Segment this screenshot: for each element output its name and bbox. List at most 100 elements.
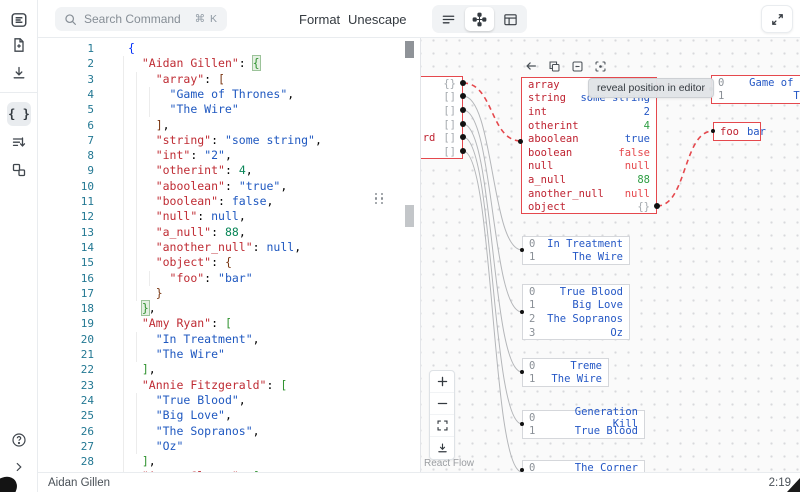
list-node-row[interactable]: 2 The Sopranos: [523, 312, 629, 326]
editor-line-8[interactable]: 8 "int": "2",: [38, 148, 420, 163]
editor-line-4[interactable]: 4 "Game of Thrones",: [38, 87, 420, 102]
editor-line-17[interactable]: 17 }: [38, 286, 420, 301]
thrones-array-node[interactable]: 0Game of Thrones1The Wire: [711, 75, 800, 104]
json-braces-icon[interactable]: { }: [7, 102, 31, 126]
help-icon[interactable]: [7, 428, 31, 452]
new-file-icon[interactable]: [7, 33, 31, 57]
status-bar: Aidan Gillen 2:19: [0, 472, 800, 492]
list-node-row[interactable]: 0 The Corner: [523, 461, 644, 472]
editor-line-19[interactable]: 19 "Amy Ryan": [: [38, 316, 420, 331]
editor-line-23[interactable]: 23 "Annie Fitzgerald": [: [38, 378, 420, 393]
editor-line-7[interactable]: 7 "string": "some string",: [38, 133, 420, 148]
root-node-row[interactable]: []: [421, 118, 462, 132]
editor-line-10[interactable]: 10 "aboolean": "true",: [38, 179, 420, 194]
array-node-row[interactable]: 0Game of Thrones: [712, 76, 800, 90]
foo-node-row[interactable]: foo bar: [714, 123, 766, 140]
json-text-editor[interactable]: 1{2 "Aidan Gillen": {3 "array": [4 "Game…: [38, 38, 420, 472]
editor-line-14[interactable]: 14 "another_null": null,: [38, 240, 420, 255]
sort-icon[interactable]: [7, 130, 31, 154]
editor-line-27[interactable]: 27 "Oz": [38, 439, 420, 454]
editor-line-6[interactable]: 6 ],: [38, 118, 420, 133]
focus-node-icon[interactable]: [592, 58, 608, 74]
zoom-in-icon[interactable]: [430, 371, 454, 393]
list-node-0[interactable]: 0 In Treatment 1 The Wire: [522, 236, 630, 266]
unescape-button[interactable]: Unescape: [348, 0, 407, 38]
node-row-otherint[interactable]: otherint 4: [522, 119, 656, 133]
root-node-row[interactable]: []: [421, 145, 462, 159]
node-row-aboolean[interactable]: aboolean true: [522, 132, 656, 146]
editor-line-28[interactable]: 28 ],: [38, 454, 420, 469]
node-row-boolean[interactable]: boolean false: [522, 146, 656, 160]
editor-line-1[interactable]: 1{: [38, 41, 420, 56]
editor-line-15[interactable]: 15 "object": {: [38, 255, 420, 270]
editor-line-16[interactable]: 16 "foo": "bar": [38, 271, 420, 286]
format-button[interactable]: Format: [299, 0, 340, 38]
editor-line-26[interactable]: 26 "The Sopranos",: [38, 424, 420, 439]
list-node-row[interactable]: 3 Oz: [523, 326, 629, 340]
list-node-row[interactable]: 0 In Treatment: [523, 237, 629, 251]
root-node-row[interactable]: []: [421, 91, 462, 105]
list-node-row[interactable]: 1 True Blood: [523, 425, 644, 439]
root-node[interactable]: {}[][][] rd[][]: [421, 76, 463, 159]
table-view-icon[interactable]: [496, 7, 525, 31]
root-node-row[interactable]: []: [421, 104, 462, 118]
import-download-icon[interactable]: [7, 61, 31, 85]
edge-handle-dot: [654, 203, 660, 209]
editor-line-13[interactable]: 13 "a_null": 88,: [38, 225, 420, 240]
node-row-int[interactable]: int 2: [522, 105, 656, 119]
list-node-row[interactable]: 1 The Wire: [523, 251, 629, 265]
list-node-row[interactable]: 0 Treme: [523, 359, 608, 373]
editor-line-18[interactable]: 18 },: [38, 300, 420, 317]
compare-icon[interactable]: [7, 158, 31, 182]
list-node-2[interactable]: 0 Treme 1 The Wire: [522, 358, 609, 388]
topbar: Search Command ⌘ K Format Unescape: [38, 0, 800, 38]
edge-handle-dot: [520, 422, 524, 426]
jsoncrack-app: { } Search Command ⌘ K Format Unescape 1…: [0, 0, 800, 492]
editor-line-21[interactable]: 21 "The Wire": [38, 347, 420, 362]
text-cursor: [259, 57, 262, 70]
zoom-out-icon[interactable]: [430, 393, 454, 415]
array-node-row[interactable]: 1The Wire: [712, 90, 800, 104]
copy-icon[interactable]: [546, 58, 562, 74]
editor-line-24[interactable]: 24 "True Blood",: [38, 393, 420, 408]
editor-line-11[interactable]: 11 "boolean": false,: [38, 194, 420, 209]
search-icon: [65, 13, 76, 25]
node-row-another_null[interactable]: another_null null: [522, 187, 656, 201]
node-row-object[interactable]: object{}: [522, 200, 656, 214]
fullscreen-button[interactable]: [761, 5, 793, 33]
lock-interactivity-icon[interactable]: [430, 437, 454, 459]
editor-scrollbar-thumb[interactable]: [405, 41, 414, 58]
editor-line-3[interactable]: 3 "array": [: [38, 72, 420, 87]
root-node-row[interactable]: {}: [421, 77, 462, 91]
editor-line-20[interactable]: 20 "In Treatment",: [38, 332, 420, 347]
list-view-icon[interactable]: [434, 7, 463, 31]
list-node-row[interactable]: 1 Big Love: [523, 299, 629, 313]
list-node-4[interactable]: 0 The Corner: [522, 460, 645, 472]
list-node-3[interactable]: 0 Generation Kill 1 True Blood: [522, 406, 645, 440]
node-row-null[interactable]: null null: [522, 160, 656, 174]
editor-line-25[interactable]: 25 "Big Love",: [38, 408, 420, 423]
search-placeholder: Search Command: [84, 12, 181, 26]
list-node-row[interactable]: 0 Generation Kill: [523, 406, 644, 430]
root-node-row[interactable]: rd[]: [421, 131, 462, 145]
list-node-row[interactable]: 1 The Wire: [523, 373, 608, 387]
list-node-row[interactable]: 0 True Blood: [523, 285, 629, 299]
expand-sidebar-icon[interactable]: [7, 455, 31, 479]
editor-line-5[interactable]: 5 "The Wire": [38, 102, 420, 117]
list-node-1[interactable]: 0 True Blood 1 Big Love 2 The Sopranos 3 Oz: [522, 284, 630, 341]
editor-line-2[interactable]: 2 "Aidan Gillen": {: [38, 55, 420, 72]
graph-view-icon[interactable]: [465, 7, 494, 31]
app-logo[interactable]: [7, 8, 31, 32]
react-flow-attribution[interactable]: React Flow: [424, 458, 474, 469]
editor-line-9[interactable]: 9 "otherint": 4,: [38, 163, 420, 178]
collapse-node-icon[interactable]: [569, 58, 585, 74]
foo-object-node[interactable]: foo bar: [713, 122, 766, 141]
search-command-bar[interactable]: Search Command ⌘ K: [55, 7, 227, 31]
fit-view-icon[interactable]: [430, 415, 454, 437]
editor-line-22[interactable]: 22 ],: [38, 362, 420, 377]
editor-line-12[interactable]: 12 "null": null,: [38, 209, 420, 224]
graph-canvas[interactable]: reveal position in editor React Flow {}[…: [420, 38, 800, 472]
panel-resize-handle[interactable]: [372, 190, 386, 207]
back-icon[interactable]: [523, 58, 539, 74]
node-row-a_null[interactable]: a_null 88: [522, 173, 656, 187]
